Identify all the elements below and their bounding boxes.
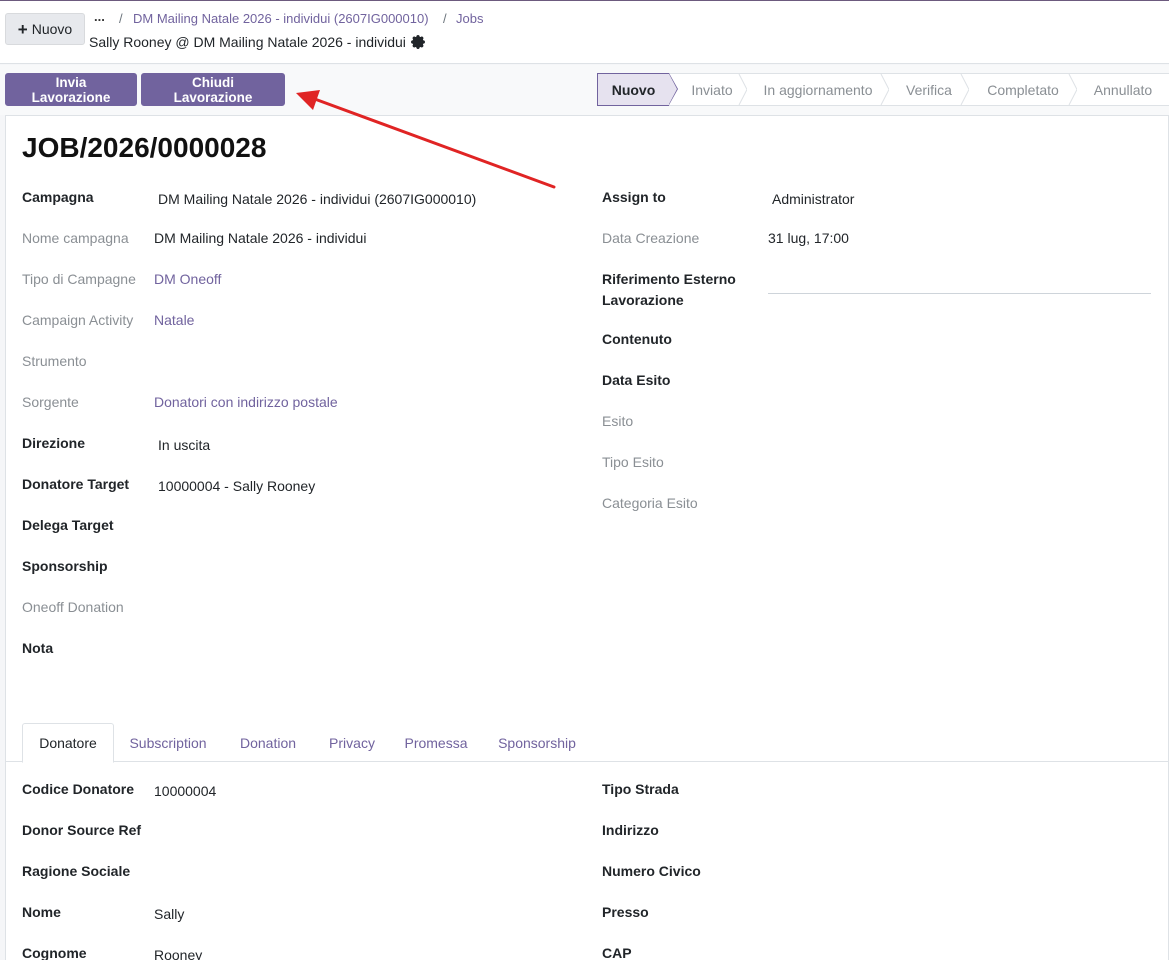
gear-icon[interactable] [411, 35, 425, 49]
sponsorship-label: Sponsorship [22, 558, 108, 574]
tipo-campagne-value[interactable]: DM Oneoff [154, 271, 221, 287]
riferimento-esterno-input[interactable] [768, 293, 1151, 294]
nota-label: Nota [22, 640, 54, 656]
stage-annullato[interactable]: Annullato [1077, 73, 1169, 106]
assign-to-value[interactable]: Administrator [772, 191, 854, 207]
direzione-label: Direzione [22, 435, 86, 451]
new-button-label: Nuovo [31, 21, 73, 37]
tab-subscription[interactable]: Subscription [118, 723, 218, 762]
stage-label: Completato [987, 81, 1059, 98]
plus-icon: + [17, 19, 28, 39]
stage-verifica[interactable]: Verifica [889, 73, 970, 106]
nome-campagna-value: DM Mailing Natale 2026 - individui [154, 230, 367, 246]
tipo-campagne-label: Tipo di Campagne [22, 271, 136, 287]
data-esito-label: Data Esito [602, 372, 671, 388]
stage-nuovo[interactable]: Nuovo [597, 73, 678, 106]
breadcrumb-separator: / [443, 11, 447, 26]
statusbar: Nuovo Inviato In aggiornamento Verifica … [597, 73, 1169, 106]
close-job-button[interactable]: Chiudi Lavorazione [141, 73, 285, 106]
riferimento-esterno-label: Riferimento Esterno [602, 271, 736, 287]
donor-source-ref-label: Donor Source Ref [22, 822, 142, 838]
data-creazione-label: Data Creazione [602, 230, 700, 246]
stage-label: Nuovo [611, 81, 656, 98]
direzione-value[interactable]: In uscita [158, 437, 210, 453]
contenuto-label: Contenuto [602, 331, 672, 347]
tab-donation[interactable]: Donation [227, 723, 309, 762]
categoria-esito-label: Categoria Esito [602, 495, 698, 511]
delega-target-label: Delega Target [22, 517, 114, 533]
oneoff-donation-label: Oneoff Donation [22, 599, 124, 615]
tipo-esito-label: Tipo Esito [602, 454, 664, 470]
sorgente-label: Sorgente [22, 394, 79, 410]
numero-civico-label: Numero Civico [602, 863, 701, 879]
notebook-tabs: Donatore Subscription Donation Privacy P… [5, 723, 1169, 763]
tab-privacy[interactable]: Privacy [318, 723, 386, 762]
stage-completato[interactable]: Completato [969, 73, 1078, 106]
breadcrumb-jobs[interactable]: Jobs [456, 11, 483, 26]
record-title: JOB/2026/0000028 [22, 132, 267, 163]
assign-to-label: Assign to [602, 189, 666, 205]
tab-promessa[interactable]: Promessa [394, 723, 478, 762]
nome-campagna-label: Nome campagna [22, 230, 129, 246]
strumento-label: Strumento [22, 353, 87, 369]
stage-in-aggiornamento[interactable]: In aggiornamento [747, 73, 890, 106]
codice-donatore-label: Codice Donatore [22, 781, 135, 797]
cap-label: CAP [602, 945, 632, 960]
donatore-target-value[interactable]: 10000004 - Sally Rooney [158, 478, 315, 494]
breadcrumb-separator: / [119, 11, 123, 26]
cognome-value[interactable]: Rooney [154, 947, 202, 960]
stage-inviato[interactable]: Inviato [669, 73, 748, 106]
nome-value[interactable]: Sally [154, 906, 184, 922]
tab-sponsorship[interactable]: Sponsorship [487, 723, 587, 762]
campaign-activity-value[interactable]: Natale [154, 312, 194, 328]
codice-donatore-value[interactable]: 10000004 [154, 783, 216, 799]
presso-label: Presso [602, 904, 649, 920]
sorgente-value[interactable]: Donatori con indirizzo postale [154, 394, 338, 410]
nome-label: Nome [22, 904, 61, 920]
campaign-activity-label: Campaign Activity [22, 312, 134, 328]
record-breadcrumb-name: Sally Rooney @ DM Mailing Natale 2026 - … [89, 34, 406, 50]
stage-label: Verifica [906, 81, 952, 98]
tipo-strada-label: Tipo Strada [602, 781, 679, 797]
stage-label: Annullato [1093, 81, 1153, 98]
ragione-sociale-label: Ragione Sociale [22, 863, 131, 879]
control-panel: + Nuovo ... / DM Mailing Natale 2026 - i… [0, 0, 1169, 64]
cognome-label: Cognome [22, 945, 87, 960]
esito-label: Esito [602, 413, 634, 429]
donatore-target-label: Donatore Target [22, 476, 130, 492]
new-button[interactable]: + Nuovo [5, 13, 85, 45]
campagna-label: Campagna [22, 189, 94, 205]
riferimento-lavorazione-label: Lavorazione [602, 292, 684, 308]
tab-donatore[interactable]: Donatore [22, 723, 114, 763]
stage-label: Inviato [691, 81, 733, 98]
breadcrumb-more[interactable]: ... [94, 9, 105, 24]
indirizzo-label: Indirizzo [602, 822, 659, 838]
stage-label: In aggiornamento [763, 81, 873, 98]
send-job-button[interactable]: Invia Lavorazione [5, 73, 137, 106]
breadcrumb-campaign[interactable]: DM Mailing Natale 2026 - individui (2607… [133, 11, 429, 26]
annotation-arrow-icon [296, 90, 556, 189]
data-creazione-value: 31 lug, 17:00 [768, 230, 849, 246]
